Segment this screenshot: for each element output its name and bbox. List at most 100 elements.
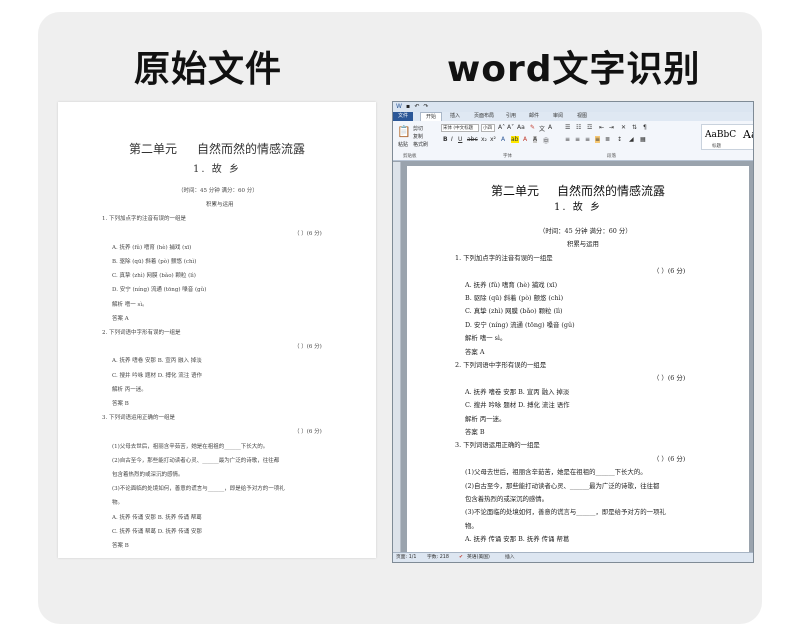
scan-line: 2. 下列词语中字形有误的一组是 <box>102 330 181 336</box>
numbering-icon[interactable]: ☷ <box>576 124 581 131</box>
sort-icon[interactable]: ⇅ <box>632 124 637 131</box>
italic-icon[interactable]: I <box>451 136 453 143</box>
tab-review[interactable]: 审阅 <box>548 112 568 121</box>
font-size-select[interactable]: 小四 <box>481 124 495 132</box>
bold-icon[interactable]: B <box>443 136 448 143</box>
doc-title: 第二单元 自然而然的情感流露 <box>407 182 749 199</box>
char-shading-icon[interactable]: A <box>533 136 538 143</box>
doc-line: 3. 下列词语运用正确的一组是 <box>455 441 540 450</box>
text-effects-icon[interactable]: A <box>501 136 505 143</box>
tab-page-layout[interactable]: 页面布局 <box>469 112 499 121</box>
doc-line: 解析 丙一迷。 <box>465 414 506 423</box>
doc-line: 答案 A <box>465 347 485 356</box>
scan-line: 答案 B <box>112 401 129 407</box>
decrease-indent-icon[interactable]: ⇤ <box>599 124 604 131</box>
scan-unit: 第二单元 <box>128 142 177 156</box>
doc-line: （ ）(6 分) <box>653 267 686 276</box>
scan-line: A. 抚养 传诵 安那 B. 抚养 传诵 帮葛 <box>112 514 202 521</box>
status-language[interactable]: 英语(美国) <box>467 553 490 562</box>
scan-line: A. 抚养 (fǔ) 嗜育 (hè) 捕戏 (xī) <box>112 244 192 251</box>
doc-line: （ ）(6 分) <box>653 454 686 463</box>
show-marks-icon[interactable]: ¶ <box>643 124 647 131</box>
format-painter-button[interactable]: 格式刷 <box>413 141 428 148</box>
enclose-char-icon[interactable]: ㊥ <box>543 136 549 145</box>
tab-file[interactable]: 文件 <box>393 112 413 121</box>
scan-title-text: 自然而然的情感流露 <box>197 142 306 156</box>
copy-button[interactable]: 复制 <box>413 133 423 140</box>
increase-indent-icon[interactable]: ⇥ <box>609 124 614 131</box>
line-spacing-icon[interactable]: ↕ <box>617 136 622 143</box>
bullets-icon[interactable]: ☰ <box>565 124 570 131</box>
strikethrough-icon[interactable]: abc <box>467 136 478 143</box>
doc-title-text: 自然而然的情感流露 <box>557 184 666 198</box>
font-color-icon[interactable]: A <box>523 136 527 143</box>
distributed-icon[interactable]: ≣ <box>605 136 610 143</box>
status-words[interactable]: 字数: 218 <box>427 553 449 562</box>
paste-icon[interactable]: 📋 <box>397 125 411 138</box>
scan-line: B. 驱除 (qū) 斜着 (pò) 颤悠 (chì) <box>112 259 197 265</box>
borders-icon[interactable]: ▦ <box>640 136 646 143</box>
doc-line: 答案 B <box>465 428 485 436</box>
proofing-icon[interactable]: ✔ <box>459 553 463 562</box>
doc-line: 2. 下列词语中字形有误的一组是 <box>455 361 547 369</box>
word-ocr-heading: word文字识别 <box>447 49 701 90</box>
scan-line: 物。 <box>112 500 124 507</box>
scan-line: C. 真挚 (zhì) 网膜 (bǎo) 颗粒 (lì) <box>112 273 196 280</box>
font-name-select[interactable]: 宋体 (中文标题 <box>441 124 479 132</box>
highlight-icon[interactable]: ab <box>511 136 519 143</box>
change-case-icon[interactable]: Aa <box>517 124 525 131</box>
align-center-icon[interactable]: ≡ <box>575 136 580 143</box>
status-page[interactable]: 页面: 1/1 <box>396 553 416 562</box>
clear-format-icon[interactable]: ✎ <box>530 124 535 131</box>
tab-mailings[interactable]: 邮件 <box>524 112 544 121</box>
redo-icon[interactable]: ↷ <box>423 104 429 110</box>
paste-button[interactable]: 粘贴 <box>398 141 408 148</box>
shading-icon[interactable]: ◢ <box>629 136 634 143</box>
undo-icon[interactable]: ↶ <box>414 104 420 110</box>
tab-references[interactable]: 引用 <box>501 112 521 121</box>
doc-line: D. 安宁 (níng) 流通 (tōng) 嗓音 (gǔ) <box>465 320 575 329</box>
clipboard-group-label: 剪贴板 <box>403 154 417 159</box>
shrink-font-icon[interactable]: A˅ <box>507 124 514 131</box>
scan-line: （ ）(6 分) <box>294 230 322 237</box>
chinese-layout-icon[interactable]: ✕ <box>621 124 626 131</box>
scan-line: 解析 丙一迷。 <box>112 386 147 393</box>
style-sample: AaBbC <box>705 130 737 140</box>
font-size-value: 小四 <box>483 126 492 131</box>
doc-lesson: 1. 故 乡 <box>554 202 602 213</box>
word-app-icon: W <box>396 103 402 110</box>
scan-line: 答案 A <box>112 315 129 322</box>
scan-line: C. 抚养 传诵 帮葛 D. 抚养 传诵 安那 <box>112 528 202 535</box>
scan-line: （ ）(6 分) <box>294 429 322 436</box>
justify-icon[interactable]: ≡ <box>595 136 601 143</box>
scan-line: (1)父母去世后，祖丽含辛茹苦，她是在祖祖的______下长大的。 <box>112 443 269 450</box>
align-right-icon[interactable]: ≡ <box>585 136 590 143</box>
superscript-icon[interactable]: x² <box>490 136 496 143</box>
cut-button[interactable]: 剪切 <box>413 125 423 132</box>
scan-line: （时间：45 分钟 满分：60 分） <box>178 188 258 194</box>
document-page[interactable]: 第二单元 自然而然的情感流露 1. 故 乡 （时间：45 分钟 满分：60 分） 积… <box>407 166 749 554</box>
grow-font-icon[interactable]: A˄ <box>498 124 505 131</box>
doc-line: C. 真挚 (zhì) 网膜 (bǎo) 颗粒 (lì) <box>465 307 563 316</box>
doc-line: （ ）(6 分) <box>653 374 686 383</box>
subscript-icon[interactable]: x₂ <box>481 136 487 143</box>
scan-line: A. 抚养 嗜卷 安那 B. 宣丙 融入 掉淡 <box>112 358 202 365</box>
char-border-icon[interactable]: A <box>548 124 552 131</box>
status-insert-mode[interactable]: 插入 <box>505 553 515 562</box>
multilevel-list-icon[interactable]: ☲ <box>587 124 592 131</box>
save-icon[interactable]: ▪ <box>405 104 411 110</box>
doc-line: 积累与运用 <box>567 240 599 249</box>
styles-gallery[interactable]: AaBbC Aa 标题 <box>701 124 753 150</box>
underline-icon[interactable]: U <box>458 136 462 143</box>
phonetic-guide-icon[interactable]: 文 <box>539 124 545 133</box>
align-left-icon[interactable]: ≡ <box>565 136 570 143</box>
scan-line: (2)自古至今，那些能打动读者心灵、______最为广泛的诗歌，往往都 <box>112 457 280 464</box>
doc-line: (2)自古至今，那些能打动读者心灵、______最为广泛的诗歌，往往都 <box>465 481 660 490</box>
tab-home[interactable]: 开始 <box>420 112 443 121</box>
style-sample-2: Aa <box>743 128 753 141</box>
scan-line: 解析 嗜一 sì。 <box>112 301 148 308</box>
scan-line: (3)不论面临的处境如何，善意的谎言与______，即是给予对方的一项礼 <box>112 486 285 493</box>
tab-view[interactable]: 视图 <box>572 112 592 121</box>
tab-insert[interactable]: 插入 <box>445 112 465 121</box>
scan-line: 包含着热烈的或深沉的感情。 <box>112 472 184 478</box>
